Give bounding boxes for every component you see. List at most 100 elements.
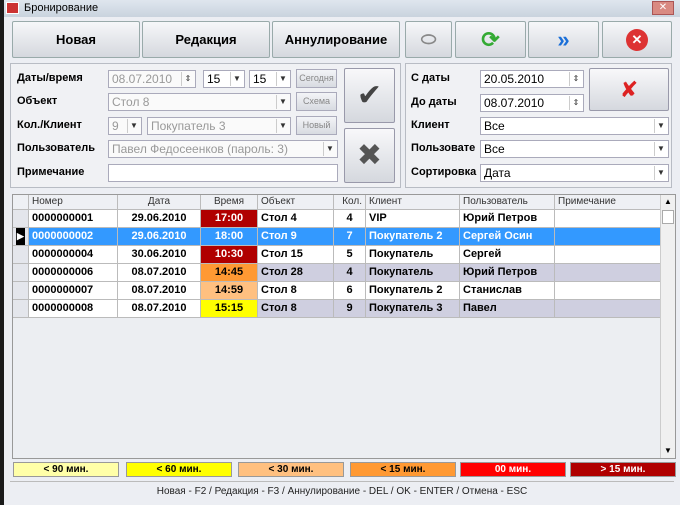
today-button[interactable]: Сегодня bbox=[296, 69, 337, 88]
new-client-button[interactable]: Новый bbox=[296, 116, 337, 135]
qty-select[interactable]: 9 ▼ bbox=[108, 117, 142, 135]
column-header[interactable]: Объект bbox=[258, 195, 334, 210]
hour-select[interactable]: 15 ▼ bbox=[203, 70, 245, 88]
table-row[interactable]: 0000000007 08.07.2010 14:59 Стол 8 6 Покупате… bbox=[13, 282, 661, 300]
client-filter-value: Все bbox=[484, 119, 505, 133]
table-row[interactable]: 0000000008 08.07.2010 15:15 Стол 8 9 Покупате… bbox=[13, 300, 661, 318]
user-select[interactable]: Павел Федосеенков (пароль: 3) ▼ bbox=[108, 140, 338, 158]
cell-num: 0000000001 bbox=[29, 210, 118, 228]
cell-note bbox=[555, 264, 661, 282]
hour-value: 15 bbox=[207, 72, 221, 86]
column-header[interactable]: Номер bbox=[29, 195, 118, 210]
table-row[interactable]: 0000000001 29.06.2010 17:00 Стол 4 4 VIP Юрий … bbox=[13, 210, 661, 228]
cell-num: 0000000007 bbox=[29, 282, 118, 300]
object-select[interactable]: Стол 8 ▼ bbox=[108, 93, 291, 111]
user-filter-value: Все bbox=[484, 142, 505, 156]
table-row[interactable]: ▶ 0000000002 29.06.2010 18:00 Стол 9 7 Покупат… bbox=[13, 228, 661, 246]
cell-user: Юрий Петров bbox=[460, 264, 555, 282]
close-button[interactable]: ✕ bbox=[602, 21, 672, 58]
cell-obj: Стол 9 bbox=[258, 228, 334, 246]
app-icon bbox=[6, 2, 19, 14]
sort-label: Сортировка bbox=[411, 166, 477, 178]
cell-qty: 4 bbox=[334, 264, 366, 282]
column-header[interactable]: Примечание bbox=[555, 195, 661, 210]
delete-document-icon: ✘ bbox=[619, 76, 639, 102]
user-filter-select[interactable]: Все ▼ bbox=[480, 140, 669, 158]
cell-user: Сергей Осин bbox=[460, 228, 555, 246]
cell-note bbox=[555, 210, 661, 228]
cell-date: 08.07.2010 bbox=[118, 300, 201, 318]
client-filter-select[interactable]: Все ▼ bbox=[480, 117, 669, 135]
chevron-down-icon: ▼ bbox=[323, 142, 336, 156]
chevron-down-icon: ▼ bbox=[654, 166, 667, 180]
scroll-up-icon[interactable]: ▲ bbox=[661, 195, 675, 209]
confirm-button[interactable]: ✔ bbox=[344, 68, 395, 123]
cell-time: 18:00 bbox=[201, 228, 258, 246]
double-chevron-right-icon: » bbox=[557, 26, 570, 52]
cancel-booking-button[interactable]: Аннулирование bbox=[272, 21, 400, 58]
shortcut-hints: Новая - F2 / Редакция - F3 / Аннулирован… bbox=[156, 486, 528, 497]
row-indicator[interactable] bbox=[13, 264, 29, 282]
spinner-icon[interactable]: ⇕ bbox=[569, 72, 582, 86]
eraser-button[interactable]: ⬭ bbox=[405, 21, 452, 58]
edit-button[interactable]: Редакция bbox=[142, 21, 270, 58]
column-header[interactable]: Кол. bbox=[334, 195, 366, 210]
window-close-button[interactable]: ✕ bbox=[652, 1, 674, 15]
forward-button[interactable]: » bbox=[528, 21, 599, 58]
row-indicator[interactable] bbox=[13, 246, 29, 264]
window-title: Бронирование bbox=[24, 2, 99, 14]
client-select[interactable]: Покупатель 3 ▼ bbox=[147, 117, 291, 135]
row-indicator-header bbox=[13, 195, 29, 210]
date-field[interactable]: 08.07.2010 ⇕ bbox=[108, 70, 196, 88]
cell-user: Станислав bbox=[460, 282, 555, 300]
note-input[interactable] bbox=[108, 164, 338, 182]
sort-select[interactable]: Дата ▼ bbox=[480, 164, 669, 182]
from-date-field[interactable]: 20.05.2010 ⇕ bbox=[480, 70, 584, 88]
cell-user: Юрий Петров bbox=[460, 210, 555, 228]
column-header[interactable]: Дата bbox=[118, 195, 201, 210]
minute-select[interactable]: 15 ▼ bbox=[249, 70, 291, 88]
column-header[interactable]: Клиент bbox=[366, 195, 460, 210]
column-header[interactable]: Время bbox=[201, 195, 258, 210]
clear-filter-button[interactable]: ✘ bbox=[589, 68, 669, 111]
legend-item: < 15 мин. bbox=[350, 462, 456, 477]
refresh-button[interactable]: ⟳ bbox=[455, 21, 526, 58]
row-indicator[interactable]: ▶ bbox=[13, 228, 29, 246]
cell-qty: 5 bbox=[334, 246, 366, 264]
vertical-scrollbar[interactable]: ▲ ▼ bbox=[660, 195, 675, 458]
row-indicator[interactable] bbox=[13, 210, 29, 228]
from-date-value: 20.05.2010 bbox=[484, 72, 545, 86]
cell-date: 08.07.2010 bbox=[118, 282, 201, 300]
sort-value: Дата bbox=[484, 166, 511, 180]
filter-panel: С даты 20.05.2010 ⇕ До даты 08.07.2010 ⇕ ✘… bbox=[405, 63, 672, 188]
chevron-down-icon: ▼ bbox=[127, 119, 140, 133]
table-row[interactable]: 0000000006 08.07.2010 14:45 Стол 28 4 Покупат… bbox=[13, 264, 661, 282]
to-date-label: До даты bbox=[411, 96, 457, 108]
row-indicator[interactable] bbox=[13, 282, 29, 300]
to-date-field[interactable]: 08.07.2010 ⇕ bbox=[480, 94, 584, 112]
scroll-thumb[interactable] bbox=[662, 210, 674, 224]
cell-obj: Стол 4 bbox=[258, 210, 334, 228]
row-indicator[interactable] bbox=[13, 300, 29, 318]
client-value: Покупатель 3 bbox=[151, 119, 226, 133]
cell-client: VIP bbox=[366, 210, 460, 228]
legend-item: > 15 мин. bbox=[570, 462, 676, 477]
eraser-icon: ⬭ bbox=[420, 29, 437, 49]
new-button[interactable]: Новая bbox=[12, 21, 140, 58]
cell-num: 0000000002 bbox=[29, 228, 118, 246]
cancel-edit-button[interactable]: ✖ bbox=[344, 128, 395, 183]
close-circle-icon: ✕ bbox=[626, 28, 648, 51]
column-header[interactable]: Пользователь bbox=[460, 195, 555, 210]
chevron-down-icon: ▼ bbox=[230, 72, 243, 86]
user-filter-label: Пользовате bbox=[411, 142, 476, 154]
spinner-icon[interactable]: ⇕ bbox=[569, 96, 582, 110]
cell-time: 14:59 bbox=[201, 282, 258, 300]
chevron-down-icon: ▼ bbox=[276, 95, 289, 109]
spinner-icon[interactable]: ⇕ bbox=[181, 72, 194, 86]
scroll-down-icon[interactable]: ▼ bbox=[661, 444, 675, 458]
legend-item: < 30 мин. bbox=[238, 462, 344, 477]
cell-date: 30.06.2010 bbox=[118, 246, 201, 264]
table-row[interactable]: 0000000004 30.06.2010 10:30 Стол 15 5 Покупат… bbox=[13, 246, 661, 264]
scheme-button[interactable]: Схема bbox=[296, 92, 337, 111]
client-filter-label: Клиент bbox=[411, 119, 450, 131]
